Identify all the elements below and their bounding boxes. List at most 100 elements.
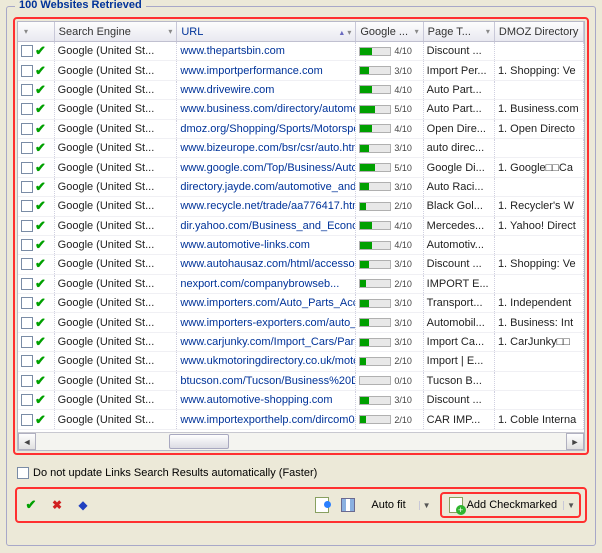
row-checkbox-cell[interactable]: ✔ <box>18 81 55 99</box>
url-cell[interactable]: directory.jayde.com/automotive_and_... <box>177 178 356 196</box>
row-checkbox-cell[interactable]: ✔ <box>18 158 55 176</box>
autofit-dropdown-arrow[interactable]: ▼ <box>419 501 434 510</box>
add-checkmarked-dropdown-arrow[interactable]: ▼ <box>563 501 578 510</box>
row-checkbox-cell[interactable]: ✔ <box>18 139 55 157</box>
table-row[interactable]: ✔Google (United St...dir.yahoo.com/Busin… <box>18 217 584 236</box>
table-row[interactable]: ✔Google (United St...btucson.com/Tucson/… <box>18 372 584 391</box>
table-row[interactable]: ✔Google (United St...www.autohausaz.com/… <box>18 255 584 274</box>
url-cell[interactable]: nexport.com/companybrowseb... <box>177 275 356 293</box>
row-checkbox[interactable] <box>21 258 33 270</box>
col-header-dmoz[interactable]: DMOZ Directory <box>495 22 584 41</box>
row-checkbox-cell[interactable]: ✔ <box>18 372 55 390</box>
url-cell[interactable]: www.business.com/directory/automo... <box>177 100 356 118</box>
grid-body[interactable]: ✔Google (United St...www.thepartsbin.com… <box>18 42 584 430</box>
row-checkbox-cell[interactable]: ✔ <box>18 61 55 79</box>
url-cell[interactable]: www.automotive-shopping.com <box>177 391 356 409</box>
row-checkbox-cell[interactable]: ✔ <box>18 217 55 235</box>
table-row[interactable]: ✔Google (United St...www.recycle.net/tra… <box>18 197 584 216</box>
url-cell[interactable]: dmoz.org/Shopping/Sports/Motorsport... <box>177 120 356 138</box>
row-checkbox-cell[interactable]: ✔ <box>18 255 55 273</box>
columns-button[interactable] <box>338 495 358 515</box>
row-checkbox[interactable] <box>21 336 33 348</box>
table-row[interactable]: ✔Google (United St...www.importperforman… <box>18 61 584 80</box>
row-checkbox[interactable] <box>21 355 33 367</box>
row-checkbox[interactable] <box>21 297 33 309</box>
col-header-checkbox[interactable]: ▾ <box>18 22 55 41</box>
row-checkbox-cell[interactable]: ✔ <box>18 333 55 351</box>
col-header-search-engine[interactable]: Search Engine▾ <box>55 22 178 41</box>
table-row[interactable]: ✔Google (United St...directory.jayde.com… <box>18 178 584 197</box>
url-cell[interactable]: dir.yahoo.com/Business_and_Econom... <box>177 217 356 235</box>
row-checkbox[interactable] <box>21 394 33 406</box>
table-row[interactable]: ✔Google (United St...www.thepartsbin.com… <box>18 42 584 61</box>
table-row[interactable]: ✔Google (United St...www.importers-expor… <box>18 313 584 332</box>
row-checkbox[interactable] <box>21 220 33 232</box>
auto-update-checkbox[interactable] <box>17 467 29 479</box>
row-checkbox-cell[interactable]: ✔ <box>18 294 55 312</box>
autofit-button[interactable]: Auto fit <box>364 496 412 514</box>
row-checkbox[interactable] <box>21 375 33 387</box>
reject-all-button[interactable]: ✖ <box>47 495 67 515</box>
table-row[interactable]: ✔Google (United St...nexport.com/company… <box>18 275 584 294</box>
row-checkbox[interactable] <box>21 65 33 77</box>
row-checkbox[interactable] <box>21 123 33 135</box>
table-row[interactable]: ✔Google (United St...www.ukmotoringdirec… <box>18 352 584 371</box>
col-header-url[interactable]: URL▲▾ <box>177 22 356 41</box>
horizontal-scrollbar[interactable]: ◄ ► <box>18 432 584 450</box>
row-checkbox[interactable] <box>21 103 33 115</box>
row-checkbox[interactable] <box>21 162 33 174</box>
scroll-right-arrow[interactable]: ► <box>566 433 584 450</box>
table-row[interactable]: ✔Google (United St...www.importers.com/A… <box>18 294 584 313</box>
url-cell[interactable]: www.importperformance.com <box>177 61 356 79</box>
auto-update-checkbox-row[interactable]: Do not update Links Search Results autom… <box>17 467 587 479</box>
url-cell[interactable]: btucson.com/Tucson/Business%20Dir... <box>177 372 356 390</box>
table-row[interactable]: ✔Google (United St...www.importexporthel… <box>18 410 584 429</box>
table-row[interactable]: ✔Google (United St...www.drivewire.com4/… <box>18 81 584 100</box>
row-checkbox-cell[interactable]: ✔ <box>18 313 55 331</box>
row-checkbox-cell[interactable]: ✔ <box>18 197 55 215</box>
row-checkbox-cell[interactable]: ✔ <box>18 120 55 138</box>
row-checkbox-cell[interactable]: ✔ <box>18 178 55 196</box>
shield-button[interactable]: ◆ <box>73 495 93 515</box>
table-row[interactable]: ✔Google (United St...www.google.com/Top/… <box>18 158 584 177</box>
row-checkbox[interactable] <box>21 45 33 57</box>
url-cell[interactable]: www.autohausaz.com/html/accessor... <box>177 255 356 273</box>
row-checkbox[interactable] <box>21 142 33 154</box>
row-checkbox-cell[interactable]: ✔ <box>18 410 55 428</box>
row-checkbox[interactable] <box>21 317 33 329</box>
url-cell[interactable]: www.carjunky.com/Import_Cars/Part... <box>177 333 356 351</box>
url-cell[interactable]: www.importexporthelp.com/dircom04... <box>177 410 356 428</box>
row-checkbox[interactable] <box>21 278 33 290</box>
table-row[interactable]: ✔Google (United St...dmoz.org/Shopping/S… <box>18 120 584 139</box>
add-checkmarked-button[interactable]: Add Checkmarked <box>443 495 564 515</box>
table-row[interactable]: ✔Google (United St...www.bizeurope.com/b… <box>18 139 584 158</box>
col-header-google[interactable]: Google ...▾ <box>356 22 423 41</box>
scroll-track[interactable] <box>36 433 566 450</box>
col-header-page-title[interactable]: Page T...▾ <box>424 22 495 41</box>
row-checkbox-cell[interactable]: ✔ <box>18 236 55 254</box>
table-row[interactable]: ✔Google (United St...www.automotive-shop… <box>18 391 584 410</box>
table-row[interactable]: ✔Google (United St...www.automotive-link… <box>18 236 584 255</box>
row-checkbox-cell[interactable]: ✔ <box>18 42 55 60</box>
url-cell[interactable]: www.recycle.net/trade/aa776417.html <box>177 197 356 215</box>
url-cell[interactable]: www.drivewire.com <box>177 81 356 99</box>
table-row[interactable]: ✔Google (United St...www.business.com/di… <box>18 100 584 119</box>
row-checkbox-cell[interactable]: ✔ <box>18 391 55 409</box>
url-cell[interactable]: www.importers-exporters.com/auto_t... <box>177 313 356 331</box>
scroll-left-arrow[interactable]: ◄ <box>18 433 36 450</box>
url-cell[interactable]: www.thepartsbin.com <box>177 42 356 60</box>
row-checkbox-cell[interactable]: ✔ <box>18 352 55 370</box>
row-checkbox[interactable] <box>21 181 33 193</box>
row-checkbox-cell[interactable]: ✔ <box>18 100 55 118</box>
row-checkbox[interactable] <box>21 200 33 212</box>
url-cell[interactable]: www.ukmotoringdirectory.co.uk/moto... <box>177 352 356 370</box>
url-cell[interactable]: www.google.com/Top/Business/Auto... <box>177 158 356 176</box>
export-page-button[interactable] <box>312 495 332 515</box>
row-checkbox[interactable] <box>21 84 33 96</box>
url-cell[interactable]: www.bizeurope.com/bsr/csr/auto.htm <box>177 139 356 157</box>
row-checkbox[interactable] <box>21 239 33 251</box>
url-cell[interactable]: www.automotive-links.com <box>177 236 356 254</box>
accept-all-button[interactable]: ✔ <box>21 495 41 515</box>
url-cell[interactable]: www.importers.com/Auto_Parts_Acc... <box>177 294 356 312</box>
row-checkbox[interactable] <box>21 414 33 426</box>
